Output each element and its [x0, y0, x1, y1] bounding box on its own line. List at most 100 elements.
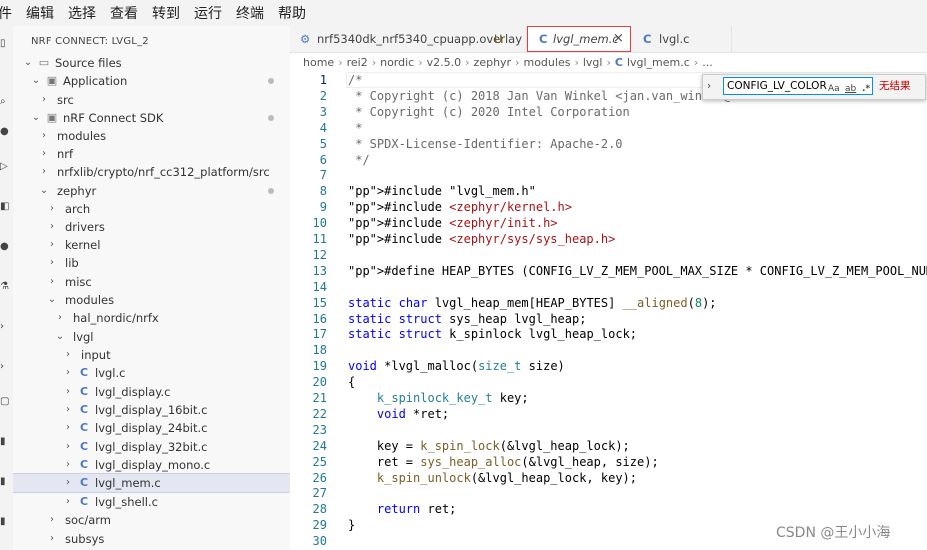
- chevron-right-icon[interactable]: ›: [63, 438, 73, 456]
- tree-item[interactable]: ⌄ zephyr: [13, 182, 290, 200]
- tree-item[interactable]: › Clvgl_display_24bit.c: [13, 419, 290, 437]
- chevron-right-icon[interactable]: ›: [39, 91, 49, 109]
- tree-item[interactable]: › lib: [13, 254, 290, 272]
- tree-item[interactable]: › modules: [13, 127, 290, 145]
- remote-icon[interactable]: ●: [0, 241, 9, 252]
- search-icon[interactable]: ⌕: [0, 96, 6, 107]
- tree-item[interactable]: ⌄ ▣ nRF Connect SDK: [13, 109, 290, 127]
- breadcrumb-item[interactable]: modules: [523, 54, 570, 72]
- chevron-down-icon[interactable]: ⌄: [31, 72, 41, 90]
- tree-item[interactable]: › soc/arm: [13, 511, 290, 529]
- accounts-icon[interactable]: ▮: [0, 476, 6, 487]
- tree-item[interactable]: › misc: [13, 273, 290, 291]
- chevron-right-icon[interactable]: ›: [63, 346, 73, 364]
- toggle-replace-chevron-icon[interactable]: ›: [707, 75, 711, 97]
- tree-item[interactable]: › Clvgl.c: [13, 364, 290, 382]
- chevron-down-icon[interactable]: ⌄: [31, 109, 41, 127]
- menu-item[interactable]: 选择: [68, 3, 96, 23]
- tree-item[interactable]: › input: [13, 346, 290, 364]
- breadcrumb-item[interactable]: rei2: [347, 54, 368, 72]
- chevron-down-icon[interactable]: ⌄: [23, 54, 33, 72]
- tree-item[interactable]: › drivers: [13, 218, 290, 236]
- breadcrumb-item[interactable]: ...: [702, 54, 713, 72]
- tree-item[interactable]: › kernel: [13, 236, 290, 254]
- chevron-right-icon[interactable]: ›: [39, 127, 49, 145]
- code-line: * Copyright (c) 2020 Intel Corporation: [348, 104, 630, 119]
- tab-overlay[interactable]: ⚙ nrf5340dk_nrf5340_cpuapp.overlay U: [290, 26, 527, 52]
- tree-item[interactable]: › arch: [13, 200, 290, 218]
- close-icon[interactable]: ×: [613, 26, 624, 52]
- output-icon[interactable]: ▮: [0, 436, 6, 447]
- breadcrumb-item[interactable]: nordic: [380, 54, 414, 72]
- chevron-right-icon[interactable]: ›: [47, 273, 57, 291]
- menu-item[interactable]: 件: [0, 3, 12, 23]
- run-debug-icon[interactable]: ▷: [0, 161, 8, 172]
- chevron-right-icon[interactable]: ›: [39, 163, 49, 181]
- tree-item[interactable]: ⌄ modules: [13, 291, 290, 309]
- chevron-right-icon[interactable]: ›: [47, 200, 57, 218]
- menu-item[interactable]: 查看: [110, 3, 138, 23]
- chevron-right-icon[interactable]: ›: [63, 474, 73, 492]
- docker-icon[interactable]: ›: [0, 361, 6, 372]
- menu-item[interactable]: 帮助: [278, 3, 306, 23]
- testing-icon[interactable]: ⚗: [0, 281, 9, 292]
- tree-item[interactable]: › Clvgl_display_32bit.c: [13, 438, 290, 456]
- breadcrumb-item[interactable]: lvgl_mem.c: [627, 54, 690, 72]
- breadcrumb-item[interactable]: v2.5.0: [427, 54, 462, 72]
- chevron-right-icon[interactable]: ›: [63, 419, 73, 437]
- chevron-right-icon[interactable]: ›: [39, 145, 49, 163]
- nrf-connect-icon[interactable]: ›: [0, 321, 6, 332]
- tree-item-label: hal_nordic/nrfx: [73, 311, 159, 325]
- tree-item[interactable]: › Clvgl_display.c: [13, 383, 290, 401]
- menu-item[interactable]: 运行: [194, 3, 222, 23]
- tree-item[interactable]: › hal_nordic/nrfx: [13, 309, 290, 327]
- match-whole-word-icon[interactable]: ab: [845, 78, 856, 100]
- chevron-right-icon[interactable]: ›: [63, 401, 73, 419]
- chevron-down-icon[interactable]: ⌄: [47, 291, 57, 309]
- chevron-right-icon[interactable]: ›: [47, 530, 57, 548]
- tree-item[interactable]: › subsys: [13, 530, 290, 548]
- breadcrumb-item[interactable]: lvgl: [583, 54, 603, 72]
- regex-icon[interactable]: .*: [862, 78, 870, 100]
- menu-item[interactable]: 编辑: [26, 3, 54, 23]
- terminal-icon[interactable]: ▢: [0, 396, 9, 407]
- menu-item[interactable]: 终端: [236, 3, 264, 23]
- breadcrumb-item[interactable]: zephyr: [474, 54, 512, 72]
- chevron-right-icon[interactable]: ›: [47, 236, 57, 254]
- manage-icon[interactable]: ▮: [0, 516, 6, 527]
- tree-item[interactable]: ⌄ ▣ Application: [13, 72, 290, 90]
- tree-item[interactable]: ⌄ lvgl: [13, 328, 290, 346]
- tree-item[interactable]: › Clvgl_shell.c: [13, 493, 290, 511]
- extensions-icon[interactable]: ◧: [0, 201, 9, 212]
- tree-item[interactable]: › Clvgl_display_mono.c: [13, 456, 290, 474]
- chevron-right-icon[interactable]: ›: [47, 511, 57, 529]
- source-control-icon[interactable]: ●: [0, 126, 9, 137]
- chevron-right-icon[interactable]: ›: [63, 493, 73, 511]
- tree-item[interactable]: › nrf: [13, 145, 290, 163]
- chevron-right-icon[interactable]: ›: [63, 364, 73, 382]
- find-input[interactable]: CONFIG_LV_COLOR Aa ab .*: [723, 77, 873, 95]
- chevron-right-icon[interactable]: ›: [47, 218, 57, 236]
- tree-item-label: lvgl: [73, 330, 94, 344]
- code-line: static char lvgl_heap_mem[HEAP_BYTES] __…: [348, 295, 717, 310]
- tree-item[interactable]: › Clvgl_display_16bit.c: [13, 401, 290, 419]
- chevron-right-icon[interactable]: ›: [63, 383, 73, 401]
- tab-lvgl-c[interactable]: C lvgl.c: [631, 26, 732, 52]
- chevron-right-icon[interactable]: ›: [63, 456, 73, 474]
- menu-item[interactable]: 转到: [152, 3, 180, 23]
- match-case-icon[interactable]: Aa: [828, 78, 840, 100]
- tree-item[interactable]: › Clvgl_mem.c: [13, 473, 290, 493]
- explorer-icon[interactable]: ▯: [0, 38, 6, 49]
- tree-item[interactable]: › nrfxlib/crypto/nrf_cc312_platform/src: [13, 163, 290, 181]
- chevron-right-icon[interactable]: ›: [47, 254, 57, 272]
- chevron-down-icon[interactable]: ⌄: [39, 182, 49, 200]
- tree-item[interactable]: ⌄ ▭ Source files: [13, 54, 290, 72]
- chevron-down-icon[interactable]: ⌄: [55, 328, 65, 346]
- chevron-right-icon[interactable]: ›: [55, 309, 65, 327]
- tab-lvgl-mem[interactable]: C lvgl_mem.c ×: [527, 26, 631, 52]
- tree-item[interactable]: › src: [13, 91, 290, 109]
- tree-item-label: lvgl.c: [95, 366, 126, 380]
- code-editor[interactable]: 1 2 3 4 5 6 7 8 9 10 11 12 13 14 15 16 17 18 19 20 21 22 23 24 2…: [290, 72, 927, 550]
- breadcrumb-item[interactable]: home: [303, 54, 334, 72]
- line-number: 5: [319, 136, 327, 151]
